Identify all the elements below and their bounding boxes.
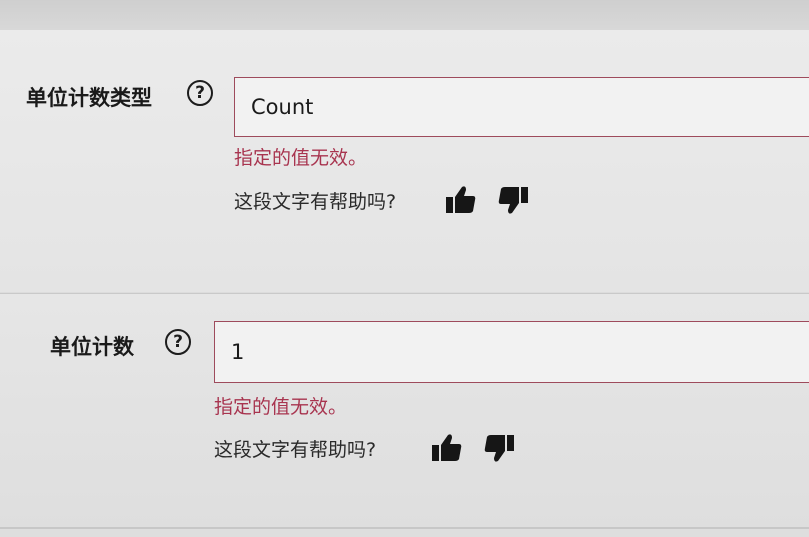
top-strip (0, 0, 809, 30)
unit-count-type-error: 指定的值无效。 (234, 147, 368, 169)
question-circle-icon[interactable]: ? (165, 329, 191, 355)
helpful-prompt: 这段文字有帮助吗? (234, 191, 397, 213)
field-row-unit-count: 单位计数 ? 指定的值无效。 这段文字有帮助吗? (0, 293, 809, 537)
question-circle-icon[interactable]: ? (187, 80, 213, 106)
unit-count-label: 单位计数 (50, 335, 134, 359)
unit-count-error: 指定的值无效。 (214, 396, 348, 418)
unit-count-type-input[interactable] (234, 77, 809, 137)
thumbs-down-icon[interactable] (496, 184, 530, 216)
thumbs-up-icon[interactable] (444, 184, 478, 216)
section-divider (0, 527, 809, 529)
unit-count-input[interactable] (214, 321, 809, 383)
helpful-prompt: 这段文字有帮助吗? (214, 439, 377, 461)
unit-count-type-label: 单位计数类型 (26, 86, 152, 110)
thumbs-down-icon[interactable] (482, 432, 516, 464)
thumbs-up-icon[interactable] (430, 432, 464, 464)
field-row-unit-count-type: 单位计数类型 ? 指定的值无效。 这段文字有帮助吗? (0, 30, 809, 292)
